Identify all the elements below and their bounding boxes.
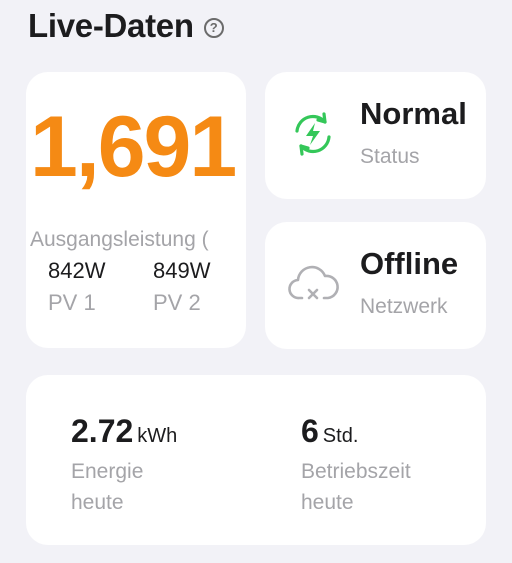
status-value: Normal [360,96,467,131]
refresh-bolt-icon [295,112,331,156]
pv2-block: 849W PV 2 [153,258,210,316]
runtime-today-value: 6 [301,413,319,449]
energy-today-stat: 2.72 kWh Energie heute [71,413,177,518]
pv2-label: PV 2 [153,290,201,315]
output-power-card[interactable]: 1,691 Ausgangsleistung ( 842W PV 1 849W … [26,72,246,348]
pv1-value: 842W [48,258,106,283]
runtime-today-unit: Std. [322,425,359,447]
runtime-today-label-line2: heute [301,491,354,514]
energy-today-unit: kWh [137,425,178,447]
energy-today-value: 2.72 [71,413,134,449]
status-card[interactable]: Normal Status [265,72,486,199]
output-power-value: 1,691 [30,99,237,195]
page-title: Live-Daten [28,7,194,44]
network-card[interactable]: Offline Netzwerk [265,222,486,349]
daily-stats-card[interactable]: 2.72 kWh Energie heute 6 Std. Betriebszeit… [26,375,486,545]
header: Live-Daten ? [28,4,224,48]
pv2-value: 849W [153,258,211,283]
runtime-today-stat: 6 Std. Betriebszeit heute [301,413,411,518]
energy-today-label-line2: heute [71,491,124,514]
pv1-label: PV 1 [48,290,96,315]
status-label: Status [360,145,420,168]
energy-today-label-line1: Energie [71,460,144,483]
output-power-label: Ausgangsleistung ( [30,228,209,251]
pv1-block: 842W PV 1 [48,258,105,316]
runtime-today-label-line1: Betriebszeit [301,460,411,483]
help-icon[interactable]: ? [203,17,224,38]
cloud-offline-icon [288,265,339,300]
network-value: Offline [360,246,459,281]
network-label: Netzwerk [360,295,448,318]
